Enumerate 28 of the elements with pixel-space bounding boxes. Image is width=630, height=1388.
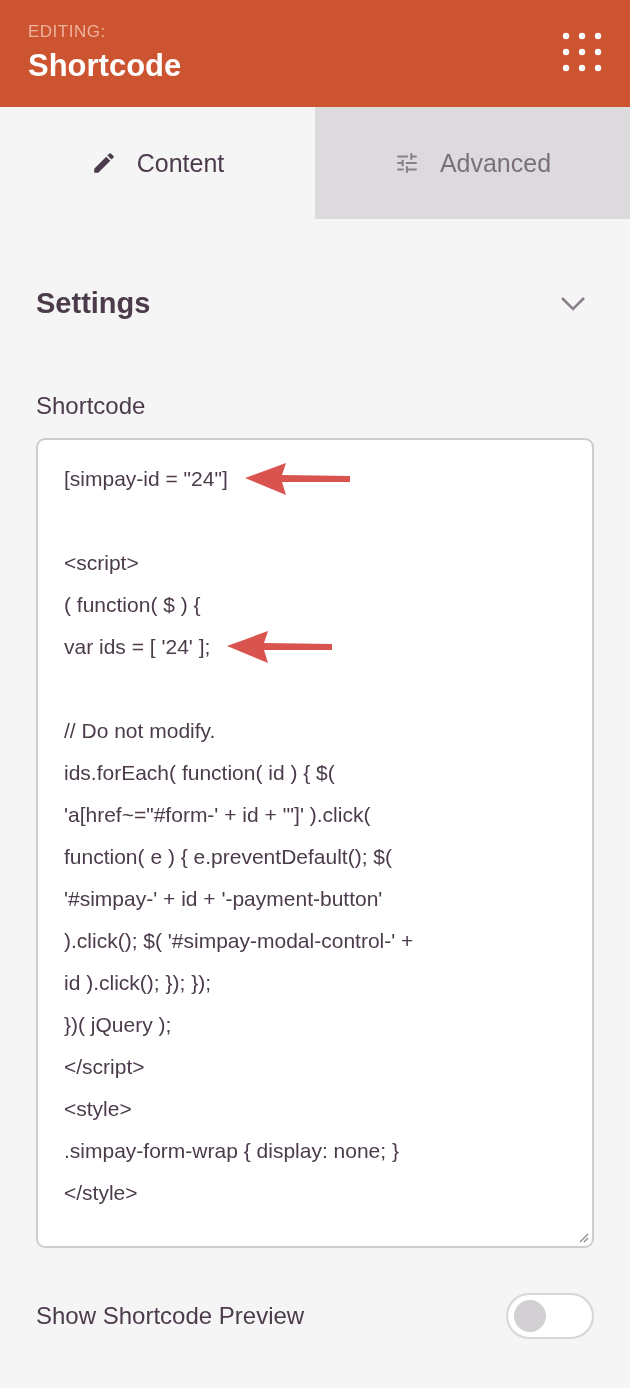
field-label: Shortcode [36,392,147,420]
code-line: .simpay-form-wrap { display: none; } [64,1138,399,1164]
code-line: })( jQuery ); [64,1012,172,1038]
arrow-icon [226,629,335,665]
section-title: Settings [36,287,151,320]
preview-toggle[interactable] [506,1293,594,1339]
code-line: function( e ) { e.preventDefault(); $( [64,844,392,870]
code-line: '#simpay-' + id + '-payment-button' [64,886,383,912]
arrow-icon [243,461,352,497]
code-line: <script> [64,550,139,576]
resize-handle-icon[interactable] [577,1231,589,1243]
code-line: var ids = [ '24' ]; [64,634,211,660]
code-line: ids.forEach( function( id ) { $( [64,760,335,786]
chevron-icon[interactable] [560,295,586,312]
code-line: // Do not modify. [64,718,216,744]
panel-title: Shortcode [28,48,182,84]
editing-label: EDITING: [28,22,107,42]
code-line: ( function( $ ) { [64,592,201,618]
code-line: <style> [64,1096,132,1122]
code-line: </style> [64,1180,138,1206]
grid-menu-icon[interactable] [562,32,602,72]
code-line: [simpay-id = "24"] [64,466,228,492]
code-line: 'a[href~="#form-' + id + '"]' ).click( [64,802,371,828]
toggle-label: Show Shortcode Preview [36,1302,305,1330]
code-line: id ).click(); }); }); [64,970,211,996]
shortcode-field[interactable] [36,438,594,1248]
code-line: ).click(); $( '#simpay-modal-control-' + [64,928,414,954]
code-line: </script> [64,1054,145,1080]
